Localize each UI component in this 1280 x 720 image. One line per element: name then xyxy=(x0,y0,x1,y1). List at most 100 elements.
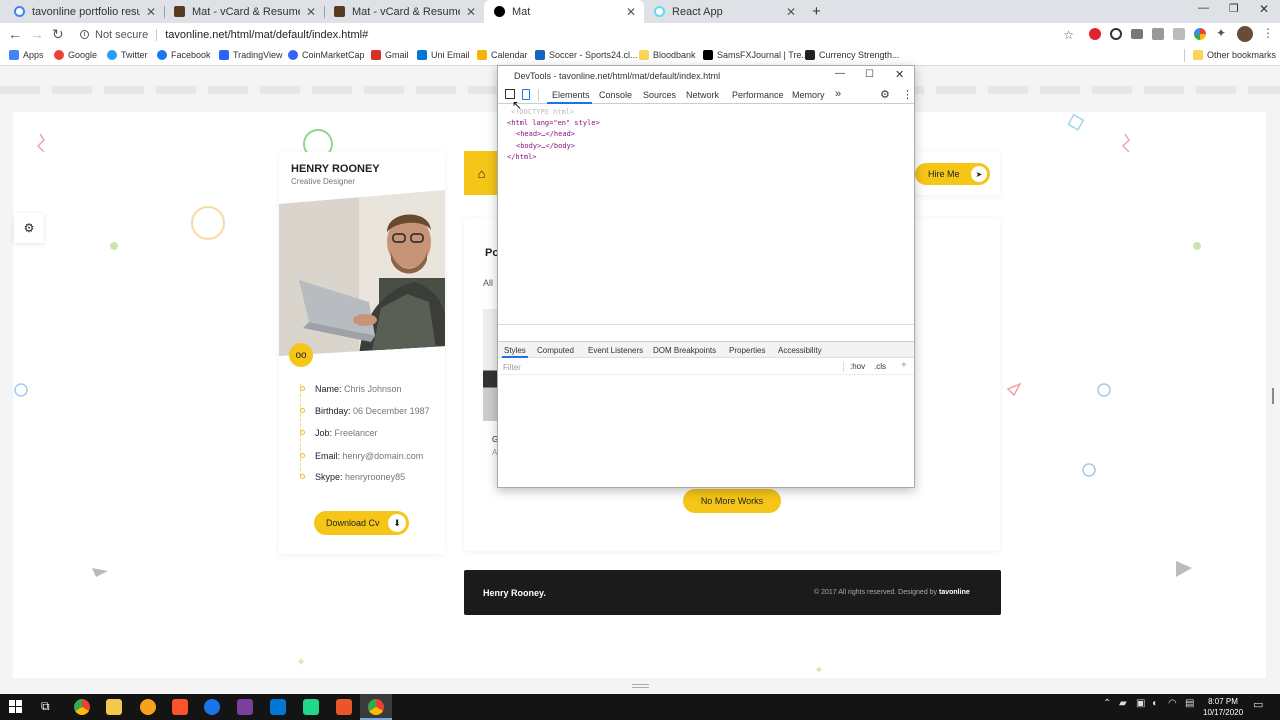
block-extension-icon[interactable] xyxy=(1110,28,1122,40)
settings-gear-icon[interactable]: ⚙ xyxy=(880,88,890,101)
bookmark-tradingview[interactable]: TradingView xyxy=(219,50,283,60)
browser-tab-active[interactable]: Mat ✕ xyxy=(484,0,644,23)
chrome-icon[interactable] xyxy=(368,699,384,715)
tab-elements[interactable]: Elements xyxy=(552,90,590,100)
device-toggle-icon[interactable] xyxy=(522,89,530,100)
bookmark-bloodbank[interactable]: Bloodbank xyxy=(639,50,696,60)
app-icon[interactable] xyxy=(140,699,156,715)
work-thumbnail[interactable] xyxy=(483,309,497,421)
camera-extension-icon[interactable] xyxy=(1131,29,1143,39)
close-tab-icon[interactable]: ✕ xyxy=(626,5,636,19)
extension-icon[interactable] xyxy=(1152,28,1164,40)
kebab-menu-icon[interactable]: ⋮ xyxy=(902,88,913,101)
new-tab-button[interactable]: + xyxy=(812,3,821,20)
tab-computed[interactable]: Computed xyxy=(537,346,574,355)
code-html-close[interactable]: </html> xyxy=(507,153,537,161)
task-view-icon[interactable]: ⧉ xyxy=(41,699,50,714)
back-icon[interactable]: ← xyxy=(8,26,22,42)
minimize-window-icon[interactable]: — xyxy=(835,68,845,79)
tab-styles[interactable]: Styles xyxy=(504,346,526,355)
extension-icon[interactable] xyxy=(1173,28,1185,40)
windows-start-icon[interactable] xyxy=(9,700,22,713)
close-tab-icon[interactable]: ✕ xyxy=(306,5,316,19)
extension-icon[interactable] xyxy=(1194,28,1206,40)
hire-me-button[interactable]: Hire Me ➤ xyxy=(915,163,990,185)
code-head[interactable]: <head>…</head> xyxy=(516,130,575,138)
tab-network[interactable]: Network xyxy=(686,90,719,100)
volume-icon[interactable]: ◖ xyxy=(1151,698,1157,709)
no-more-works-button[interactable]: No More Works xyxy=(683,489,781,513)
avatar[interactable] xyxy=(1237,26,1253,42)
opera-extension-icon[interactable] xyxy=(1089,28,1101,40)
maximize-window-icon[interactable]: ❐ xyxy=(1229,2,1239,15)
tray-app-icon[interactable]: ▤ xyxy=(1185,698,1194,709)
other-bookmarks[interactable]: Other bookmarks xyxy=(1193,50,1276,60)
file-explorer-icon[interactable] xyxy=(106,699,122,715)
bookmark-twitter[interactable]: Twitter xyxy=(107,50,148,60)
chrome-icon[interactable] xyxy=(74,699,90,715)
puzzle-icon[interactable]: ✦ xyxy=(1216,26,1226,40)
tab-memory[interactable]: Memory xyxy=(792,90,825,100)
forward-icon[interactable]: → xyxy=(30,26,44,42)
brave-icon[interactable] xyxy=(172,699,188,715)
settings-gear-icon[interactable]: ⚙ xyxy=(14,213,44,243)
maps-icon[interactable] xyxy=(204,699,220,715)
close-tab-icon[interactable]: ✕ xyxy=(146,5,156,19)
bookmark-facebook[interactable]: Facebook xyxy=(157,50,211,60)
bookmark-apps[interactable]: Apps xyxy=(9,50,44,60)
bookmark-gmail[interactable]: Gmail xyxy=(371,50,409,60)
notifications-icon[interactable]: ▭ xyxy=(1253,698,1263,711)
browser-tab[interactable]: React App ✕ xyxy=(644,0,804,23)
bookmark-coinmarketcap[interactable]: CoinMarketCap xyxy=(288,50,365,60)
close-window-icon[interactable]: ✕ xyxy=(1259,2,1269,16)
cls-toggle[interactable]: .cls xyxy=(874,362,886,371)
bookmark-star-icon[interactable]: ☆ xyxy=(1063,28,1074,42)
resize-handle[interactable] xyxy=(632,684,649,688)
close-tab-icon[interactable]: ✕ xyxy=(786,5,796,19)
address-bar[interactable]: i Not secure tavonline.net/html/mat/defa… xyxy=(78,25,1084,44)
code-body[interactable]: <body>…</body> xyxy=(516,142,575,150)
app-icon[interactable] xyxy=(336,699,352,715)
browser-tab[interactable]: Mat - vCard & Resume Template ✕ xyxy=(324,0,484,23)
tray-chevron-icon[interactable]: ⌃ xyxy=(1103,698,1111,709)
footer-credit-link[interactable]: tavonline xyxy=(939,589,970,596)
download-cv-button[interactable]: Download Cv ⬇ xyxy=(314,511,409,535)
bookmark-google[interactable]: Google xyxy=(54,50,97,60)
bookmark-uni-email[interactable]: Uni Email xyxy=(417,50,470,60)
code-html-open[interactable]: <html lang="en" style> xyxy=(507,119,600,127)
hov-toggle[interactable]: :hov xyxy=(850,362,865,371)
tab-performance[interactable]: Performance xyxy=(732,90,784,100)
clock[interactable]: 8:07 PM 10/17/2020 xyxy=(1203,696,1243,718)
new-style-rule-icon[interactable]: + xyxy=(901,360,907,371)
minimize-window-icon[interactable]: — xyxy=(1198,2,1209,14)
browser-tab[interactable]: tavonline portfolio resume - Go ✕ xyxy=(4,0,164,23)
pycharm-icon[interactable] xyxy=(303,699,319,715)
tab-sources[interactable]: Sources xyxy=(643,90,676,100)
tab-accessibility[interactable]: Accessibility xyxy=(778,346,822,355)
tab-console[interactable]: Console xyxy=(599,90,632,100)
bookmark-calendar[interactable]: Calendar xyxy=(477,50,528,60)
scrollbar-thumb[interactable] xyxy=(1272,388,1274,404)
menu-icon[interactable]: ⋮ xyxy=(1262,26,1274,40)
close-tab-icon[interactable]: ✕ xyxy=(466,5,476,19)
url-text[interactable]: tavonline.net/html/mat/default/index.htm… xyxy=(165,29,368,41)
browser-tab[interactable]: Mat - vCard & Resume Template ✕ xyxy=(164,0,324,23)
tray-app-icon[interactable]: ▰ xyxy=(1119,698,1127,709)
bookmark-samsfx[interactable]: SamsFXJournal | Tre... xyxy=(703,50,809,60)
maximize-window-icon[interactable]: ☐ xyxy=(865,69,874,80)
filter-all[interactable]: All xyxy=(483,278,493,288)
close-window-icon[interactable]: ✕ xyxy=(895,68,904,81)
bookmark-currency[interactable]: Currency Strength... xyxy=(805,50,900,60)
tab-event-listeners[interactable]: Event Listeners xyxy=(588,346,643,355)
tab-properties[interactable]: Properties xyxy=(729,346,765,355)
vscode-icon[interactable] xyxy=(270,699,286,715)
reload-icon[interactable]: ↻ xyxy=(52,26,64,43)
tray-display-icon[interactable]: ▣ xyxy=(1136,698,1145,709)
more-tabs-icon[interactable]: » xyxy=(835,88,841,100)
wifi-icon[interactable]: ◠ xyxy=(1168,698,1177,709)
bookmark-soccer[interactable]: Soccer - Sports24.cl... xyxy=(535,50,638,60)
tab-dom-breakpoints[interactable]: DOM Breakpoints xyxy=(653,346,716,355)
ide-icon[interactable] xyxy=(237,699,253,715)
home-icon[interactable]: ⌂ xyxy=(464,151,499,195)
filter-input[interactable]: Filter xyxy=(503,363,521,372)
